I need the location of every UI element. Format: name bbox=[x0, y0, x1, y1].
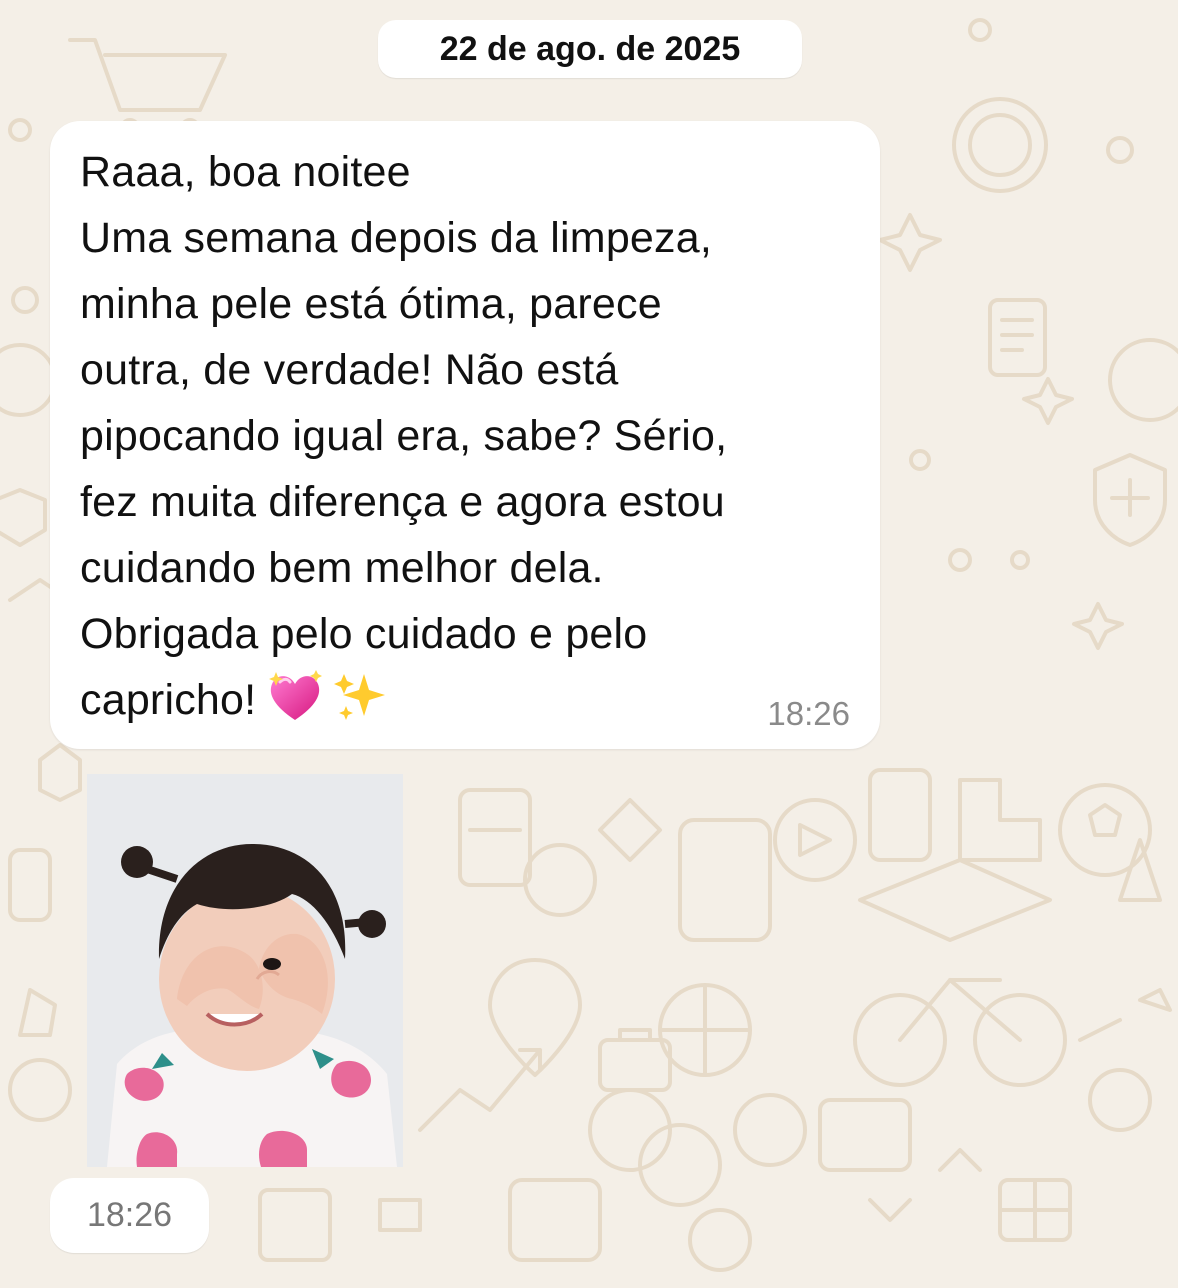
message-last-line: capricho! bbox=[80, 667, 860, 743]
message-text: Raaa, boa noitee Uma semana depois da li… bbox=[80, 139, 860, 743]
message-line: Uma semana depois da limpeza, bbox=[80, 214, 713, 262]
photo-image bbox=[87, 774, 403, 1167]
message-line: Obrigada pelo cuidado e pelo bbox=[80, 610, 648, 658]
date-separator: 22 de ago. de 2025 bbox=[378, 20, 802, 78]
message-line: minha pele está ótima, parece bbox=[80, 280, 662, 328]
message-line: Raaa, boa noitee bbox=[80, 148, 411, 196]
sparkles-icon bbox=[334, 668, 390, 743]
photo-message[interactable] bbox=[87, 774, 403, 1167]
photo-timestamp: 18:26 bbox=[50, 1178, 209, 1253]
message-line: cuidando bem melhor dela. bbox=[80, 544, 604, 592]
incoming-message-bubble[interactable]: Raaa, boa noitee Uma semana depois da li… bbox=[50, 121, 880, 749]
message-line: fez muita diferença e agora estou bbox=[80, 478, 725, 526]
message-line: pipocando igual era, sabe? Sério, bbox=[80, 412, 728, 460]
message-line: outra, de verdade! Não está bbox=[80, 346, 619, 394]
sparkling-heart-icon bbox=[266, 668, 324, 743]
message-timestamp: 18:26 bbox=[767, 695, 850, 732]
message-line: capricho! bbox=[80, 676, 257, 724]
